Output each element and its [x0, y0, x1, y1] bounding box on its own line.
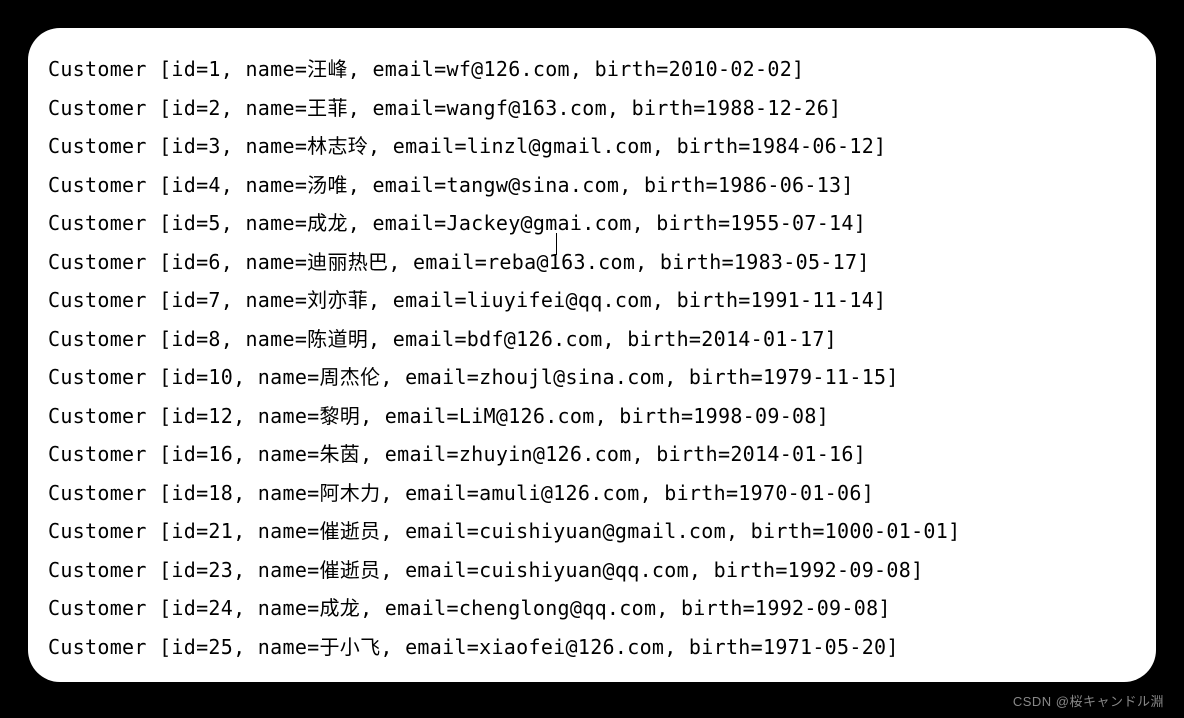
output-line[interactable]: Customer [id=10, name=周杰伦, email=zhoujl@… — [48, 358, 1136, 397]
output-line[interactable]: Customer [id=7, name=刘亦菲, email=liuyifei… — [48, 281, 1136, 320]
output-line[interactable]: Customer [id=6, name=迪丽热巴, email=reba@16… — [48, 243, 1136, 282]
output-line[interactable]: Customer [id=16, name=朱茵, email=zhuyin@1… — [48, 435, 1136, 474]
console-output-panel: Customer [id=1, name=汪峰, email=wf@126.co… — [28, 28, 1156, 682]
output-line[interactable]: Customer [id=25, name=于小飞, email=xiaofei… — [48, 628, 1136, 667]
output-line[interactable]: Customer [id=21, name=催逝员, email=cuishiy… — [48, 512, 1136, 551]
output-line[interactable]: Customer [id=3, name=林志玲, email=linzl@gm… — [48, 127, 1136, 166]
output-line[interactable]: Customer [id=24, name=成龙, email=chenglon… — [48, 589, 1136, 628]
output-line[interactable]: Customer [id=23, name=催逝员, email=cuishiy… — [48, 551, 1136, 590]
output-line[interactable]: Customer [id=8, name=陈道明, email=bdf@126.… — [48, 320, 1136, 359]
output-line[interactable]: Customer [id=12, name=黎明, email=LiM@126.… — [48, 397, 1136, 436]
output-line[interactable]: Customer [id=1, name=汪峰, email=wf@126.co… — [48, 50, 1136, 89]
output-line[interactable]: Customer [id=2, name=王菲, email=wangf@163… — [48, 89, 1136, 128]
text-cursor — [556, 233, 557, 255]
output-line[interactable]: Customer [id=4, name=汤唯, email=tangw@sin… — [48, 166, 1136, 205]
watermark-text: CSDN @桜キャンドル淵 — [1013, 691, 1164, 710]
output-line[interactable]: Customer [id=18, name=阿木力, email=amuli@1… — [48, 474, 1136, 513]
output-line[interactable]: Customer [id=5, name=成龙, email=Jackey@gm… — [48, 204, 1136, 243]
